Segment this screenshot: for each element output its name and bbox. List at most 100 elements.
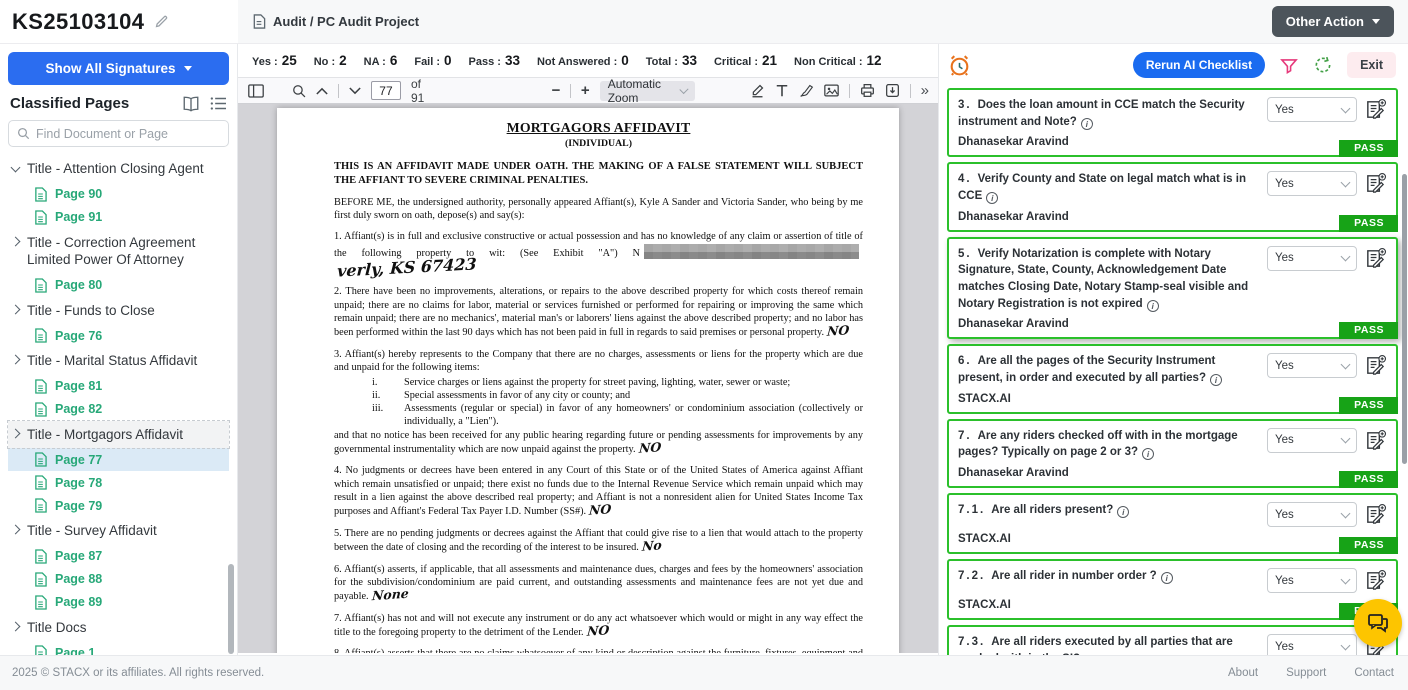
add-note-icon[interactable] [1364, 98, 1387, 121]
book-open-icon[interactable] [182, 96, 200, 112]
footer-link-about[interactable]: About [1228, 667, 1258, 679]
chevron-right-icon [11, 236, 21, 246]
tree-node[interactable]: Title - Funds to Close [8, 297, 229, 325]
stat-label: No : [314, 56, 335, 68]
page-item[interactable]: Page 80 [8, 274, 229, 297]
answer-select[interactable]: Yes [1267, 568, 1357, 593]
footer-link-contact[interactable]: Contact [1354, 667, 1394, 679]
checklist-item: 4.Verify County and State on legal match… [947, 162, 1398, 231]
tree-node-label: Title - Mortgagors Affidavit [27, 426, 183, 444]
page-item[interactable]: Page 91 [8, 206, 229, 229]
page-item[interactable]: Page 82 [8, 398, 229, 421]
alarm-clock-icon[interactable] [947, 53, 972, 78]
page-item[interactable]: Page 1 [8, 641, 229, 655]
answer-select[interactable]: Yes [1267, 246, 1357, 271]
page-item[interactable]: Page 81 [8, 375, 229, 398]
checklist-scrollbar[interactable] [1402, 174, 1407, 464]
tree-node[interactable]: Title Docs [8, 614, 229, 642]
search-box [8, 120, 229, 147]
tree-node-selected[interactable]: Title - Mortgagors Affidavit [8, 421, 229, 449]
answer-select[interactable]: Yes [1267, 502, 1357, 527]
ink-tool-icon[interactable] [799, 81, 814, 101]
answer-select[interactable]: Yes [1267, 428, 1357, 453]
footer-link-support[interactable]: Support [1286, 667, 1326, 679]
zoom-out-icon[interactable]: − [552, 82, 561, 99]
next-page-icon[interactable] [349, 81, 361, 101]
doc-warning: THIS IS AN AFFIDAVIT MADE UNDER OATH. TH… [334, 160, 863, 187]
add-note-icon[interactable] [1364, 569, 1387, 592]
page-item[interactable]: Page 89 [8, 591, 229, 614]
chevron-right-icon [11, 525, 21, 535]
info-icon[interactable] [1210, 374, 1222, 386]
print-icon[interactable] [860, 81, 875, 101]
toggle-sidebar-icon[interactable] [248, 81, 264, 101]
info-icon[interactable] [1147, 300, 1159, 312]
status-badge: PASS [1339, 397, 1398, 414]
answer-select[interactable]: Yes [1267, 353, 1357, 378]
show-all-signatures-button[interactable]: Show All Signatures [8, 52, 229, 85]
breadcrumb[interactable]: Audit / PC Audit Project [252, 14, 419, 29]
chevron-down-icon [11, 163, 21, 173]
highlight-tool-icon[interactable] [750, 81, 765, 101]
page-item[interactable]: Page 88 [8, 568, 229, 591]
add-note-icon[interactable] [1364, 503, 1387, 526]
chevron-right-icon [11, 621, 21, 631]
zoom-in-icon[interactable]: + [581, 82, 590, 99]
stat-label: Total : [646, 56, 678, 68]
page-icon [34, 549, 47, 564]
sidebar-scrollbar[interactable] [228, 564, 234, 654]
tree-node[interactable]: Title - Survey Affidavit [8, 517, 229, 545]
image-tool-icon[interactable] [824, 81, 839, 101]
add-note-icon[interactable] [1364, 247, 1387, 270]
zoom-level-value: Automatic Zoom [608, 77, 681, 105]
refresh-icon[interactable] [1313, 55, 1333, 75]
page-label: Page 78 [55, 476, 102, 490]
free-text-tool-icon[interactable] [775, 81, 789, 101]
info-icon[interactable] [1161, 572, 1173, 584]
zoom-level-select[interactable]: Automatic Zoom [600, 81, 695, 101]
page-number-input[interactable] [371, 81, 401, 100]
add-note-icon[interactable] [1364, 354, 1387, 377]
filter-icon[interactable] [1279, 56, 1299, 75]
search-icon[interactable] [292, 81, 306, 101]
answer-select[interactable]: Yes [1267, 634, 1357, 655]
page-item[interactable]: Page 87 [8, 545, 229, 568]
answer-select[interactable]: Yes [1267, 97, 1357, 122]
add-note-icon[interactable] [1364, 429, 1387, 452]
info-icon[interactable] [1081, 118, 1093, 130]
edit-icon[interactable] [154, 14, 169, 29]
handwritten-mark: NO [827, 324, 850, 338]
answer-select[interactable]: Yes [1267, 171, 1357, 196]
checklist-item: 3.Does the loan amount in CCE match the … [947, 88, 1398, 157]
doc-paragraph: 4. No judgments or decrees have been ent… [334, 464, 863, 518]
info-icon[interactable] [1142, 448, 1154, 460]
more-tools-icon[interactable]: » [921, 82, 928, 99]
top-header: KS25103104 Audit / PC Audit Project Othe… [0, 0, 1408, 44]
tree-node[interactable]: Title - Correction Agreement Limited Pow… [8, 229, 229, 274]
page-item[interactable]: Page 90 [8, 183, 229, 206]
pdf-viewer[interactable]: MORTGAGORS AFFIDAVIT (INDIVIDUAL) THIS I… [238, 104, 938, 653]
previous-page-icon[interactable] [316, 81, 328, 101]
tree-node[interactable]: Title - Attention Closing Agent [8, 155, 229, 183]
search-input[interactable] [36, 127, 206, 141]
list-view-icon[interactable] [210, 96, 227, 112]
page-item[interactable]: Page 78 [8, 471, 229, 494]
pdf-pane: Yes :25 No :2 NA :6 Fail :0 Pass :33 Not… [238, 44, 938, 655]
rerun-ai-checklist-button[interactable]: Rerun AI Checklist [1133, 52, 1265, 78]
tree-node[interactable]: Title - Marital Status Affidavit [8, 347, 229, 375]
page-item[interactable]: Page 79 [8, 494, 229, 517]
question-number: 7.2. [958, 570, 985, 582]
page-item[interactable]: Page 76 [8, 324, 229, 347]
page-tree: Title - Attention Closing Agent Page 90 … [8, 155, 229, 655]
add-note-icon[interactable] [1364, 172, 1387, 195]
page-item-selected[interactable]: Page 77 [8, 448, 229, 471]
download-icon[interactable] [885, 81, 900, 101]
app-footer: 2025 © STACX or its affiliates. All righ… [0, 655, 1408, 690]
checklist-item: 5.Verify Notarization is complete with N… [947, 237, 1398, 340]
info-icon[interactable] [986, 192, 998, 204]
other-action-button[interactable]: Other Action [1272, 6, 1394, 37]
info-icon[interactable] [1117, 506, 1129, 518]
exit-button[interactable]: Exit [1347, 52, 1396, 78]
chat-button[interactable] [1354, 599, 1402, 647]
author-name: Dhanasekar Aravind [958, 205, 1069, 228]
